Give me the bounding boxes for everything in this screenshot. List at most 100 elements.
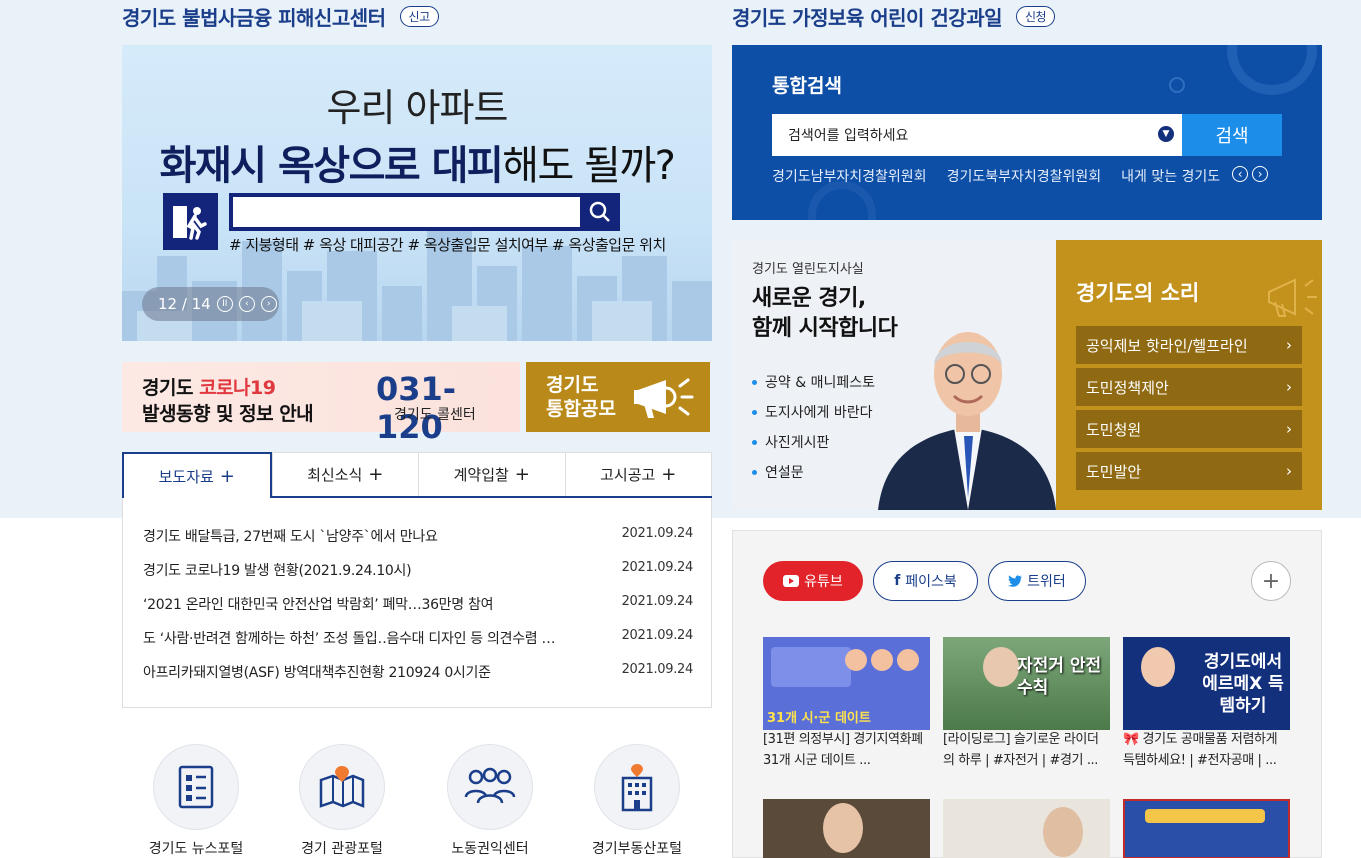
chevron-down-icon[interactable]: ▼ — [1158, 126, 1174, 142]
banner-search-box[interactable] — [229, 193, 620, 231]
thumb-decoration — [1145, 809, 1265, 823]
building-icon — [594, 744, 680, 830]
news-item[interactable]: ‘2021 온라인 대한민국 안전산업 박람회’ 폐막…36만명 참여 2021.… — [143, 594, 693, 614]
video-thumbnail[interactable]: 31개 시·군 데이트 — [763, 637, 930, 730]
search-title: 통합검색 — [772, 75, 842, 97]
news-list: 경기도 배달특급, 27번째 도시 `남양주`에서 만나요 2021.09.24 … — [122, 498, 712, 708]
governor-menu-item[interactable]: 사진게시판 — [752, 427, 875, 457]
governor-menu-item[interactable]: 도지사에게 바란다 — [752, 397, 875, 427]
banner-search-button[interactable] — [580, 193, 620, 231]
video-caption[interactable]: [31편 의정부시] 경기지역화폐 31개 시군 데이트 ... — [763, 729, 930, 771]
news-date: 2021.09.24 — [621, 560, 694, 575]
voice-item-label: 도민발안 — [1086, 462, 1142, 481]
news-date: 2021.09.24 — [621, 526, 694, 541]
quick-link[interactable]: 경기도북부자치경찰위원회 — [947, 166, 1102, 186]
thumb-face — [823, 803, 863, 853]
tab-press-release[interactable]: 보도자료 + — [122, 452, 272, 498]
portal-label: 경기도 뉴스포털 — [148, 841, 244, 857]
voice-item[interactable]: 공익제보 핫라인/헬프라인 › — [1076, 326, 1302, 364]
covid-title: 경기도 코로나19 — [142, 373, 276, 400]
thumb-face — [983, 647, 1019, 687]
governor-headline: 새로운 경기, 함께 시작합니다 — [752, 284, 898, 344]
news-item[interactable]: 아프리카돼지열병(ASF) 방역대책추진현황 210924 0시기준 2021.0… — [143, 662, 693, 682]
governor-menu: 공약 & 매니페스토 도지사에게 바란다 사진게시판 연설문 — [752, 367, 875, 487]
covid-subtitle: 발생동향 및 정보 안내 — [142, 403, 314, 425]
fire-evacuation-banner[interactable]: 우리 아파트 화재시 옥상으로 대피해도 될까? # 지붕형태 # 옥상 대피공… — [122, 45, 712, 341]
portal-label: 경기부동산포털 — [591, 841, 683, 857]
more-button[interactable]: + — [1251, 561, 1291, 601]
headline-line2: 함께 시작합니다 — [752, 316, 898, 341]
governor-menu-item[interactable]: 연설문 — [752, 457, 875, 487]
quick-link[interactable]: 내게 맞는 경기도 — [1121, 166, 1220, 186]
pause-icon[interactable]: II — [216, 296, 233, 312]
covid-info-banner[interactable]: 경기도 코로나19 발생동향 및 정보 안내 031-120 경기도 콜센터 — [122, 362, 520, 446]
twitter-label: 트위터 — [1027, 574, 1066, 590]
thumb-face — [1043, 807, 1083, 857]
voice-item[interactable]: 도민정책제안 › — [1076, 368, 1302, 406]
thumb-face — [871, 649, 893, 671]
voice-item[interactable]: 도민발안 › — [1076, 452, 1302, 490]
voice-item[interactable]: 도민청원 › — [1076, 410, 1302, 448]
next-arrow-icon[interactable]: › — [1252, 166, 1269, 182]
facebook-button[interactable]: f 페이스북 — [873, 561, 978, 601]
quick-link[interactable]: 경기도남부자치경찰위원회 — [772, 166, 927, 186]
apply-badge[interactable]: 신청 — [1016, 6, 1056, 27]
quick-link-nav: ‹ › — [1232, 166, 1269, 186]
news-title[interactable]: 경기도 코로나19 발생 현황(2021.9.24.10시) — [143, 560, 583, 580]
callcenter-label: 경기도 콜센터 — [394, 407, 476, 423]
gyeonggi-voice-panel: 경기도의 소리 공익제보 핫라인/헬프라인 › 도민정책제안 › 도민청원 › 도민발… — [1056, 240, 1322, 510]
tab-contract-bid[interactable]: 계약입찰 + — [418, 452, 565, 496]
facebook-label: 페이스북 — [905, 574, 957, 590]
youtube-icon — [783, 575, 800, 587]
right-section-title: 경기도 가정보육 어린이 건강과일 — [732, 6, 1003, 30]
news-title[interactable]: 경기도 배달특급, 27번째 도시 `남양주`에서 만나요 — [143, 526, 583, 546]
people-group-icon — [447, 744, 533, 830]
video-thumbnail[interactable] — [763, 799, 930, 858]
twitter-button[interactable]: 트위터 — [988, 561, 1086, 601]
news-title[interactable]: ‘2021 온라인 대한민국 안전산업 박람회’ 폐막…36만명 참여 — [143, 594, 583, 614]
search-icon — [589, 201, 610, 222]
news-title[interactable]: 아프리카돼지열병(ASF) 방역대책추진현황 210924 0시기준 — [143, 662, 583, 682]
prev-arrow-icon[interactable]: ‹ — [238, 296, 255, 312]
tab-notice[interactable]: 고시공고 + — [564, 452, 712, 496]
integrated-contest-banner[interactable]: 경기도 통합공모 — [526, 362, 710, 432]
prev-arrow-icon[interactable]: ‹ — [1232, 166, 1249, 182]
youtube-button[interactable]: 유튜브 — [763, 561, 863, 601]
video-caption[interactable]: 🎀 경기도 공매물품 저렴하게 득템하세요! | #전자공매 | ... — [1123, 729, 1290, 771]
portal-news[interactable]: 경기도 뉴스포털 — [131, 744, 261, 858]
tab-label: 계약입찰 — [453, 466, 509, 484]
tab-label: 최신소식 — [307, 466, 363, 484]
portal-labor-rights[interactable]: 노동권익센터 — [425, 744, 555, 858]
twitter-icon — [1008, 575, 1023, 587]
report-badge[interactable]: 신고 — [399, 6, 439, 27]
video-thumbnail[interactable] — [943, 799, 1110, 858]
news-date: 2021.09.24 — [621, 594, 694, 609]
news-item[interactable]: 경기도 코로나19 발생 현황(2021.9.24.10시) 2021.09.24 — [143, 560, 693, 580]
chevron-right-icon: › — [1286, 462, 1292, 480]
portal-real-estate[interactable]: 경기부동산포털 — [572, 744, 702, 858]
news-title[interactable]: 도 ‘사람·반려견 함께하는 하천’ 조성 돌입‥음수대 디자인 등 의견수렴 … — [143, 628, 583, 648]
video-caption[interactable]: [라이딩로그] 슬기로운 라이더 의 하루 | #자전거 | #경기 ... — [943, 729, 1110, 771]
chevron-right-icon: › — [1286, 336, 1292, 354]
portal-label: 경기 관광포털 — [301, 841, 383, 857]
news-item[interactable]: 경기도 배달특급, 27번째 도시 `남양주`에서 만나요 2021.09.24 — [143, 526, 693, 546]
portal-tourism[interactable]: 경기 관광포털 — [277, 744, 407, 858]
voice-item-label: 도민정책제안 — [1086, 378, 1169, 397]
banner-line2-bold: 화재시 옥상으로 대피 — [159, 143, 504, 189]
video-thumbnail[interactable]: 자전거 안전수칙 — [943, 637, 1110, 730]
next-arrow-icon[interactable]: › — [260, 296, 277, 312]
left-section-heading[interactable]: 경기도 불법사금융 피해신고센터 신고 — [122, 2, 439, 31]
banner-hashtags: # 지붕형태 # 옥상 대피공간 # 옥상출입문 설치여부 # 옥상출입문 위치 — [229, 236, 666, 254]
video-thumbnail[interactable]: 경기도에서 에르메X 득템하기 — [1123, 637, 1290, 730]
search-input[interactable]: 검색어를 입력하세요 ▼ — [772, 114, 1182, 156]
governor-menu-item[interactable]: 공약 & 매니페스토 — [752, 367, 875, 397]
banner-pager: 12 / 14 II ‹ › — [142, 287, 279, 321]
youtube-label: 유튜브 — [804, 574, 843, 590]
right-section-heading[interactable]: 경기도 가정보육 어린이 건강과일 신청 — [732, 2, 1056, 31]
search-button[interactable]: 검색 — [1182, 114, 1282, 156]
thumb-face — [845, 649, 867, 671]
news-item[interactable]: 도 ‘사람·반려견 함께하는 하천’ 조성 돌입‥음수대 디자인 등 의견수렴 … — [143, 628, 693, 648]
tab-latest-news[interactable]: 최신소식 + — [271, 452, 418, 496]
video-thumbnail[interactable] — [1123, 799, 1290, 858]
covid-prefix: 경기도 — [142, 377, 200, 399]
